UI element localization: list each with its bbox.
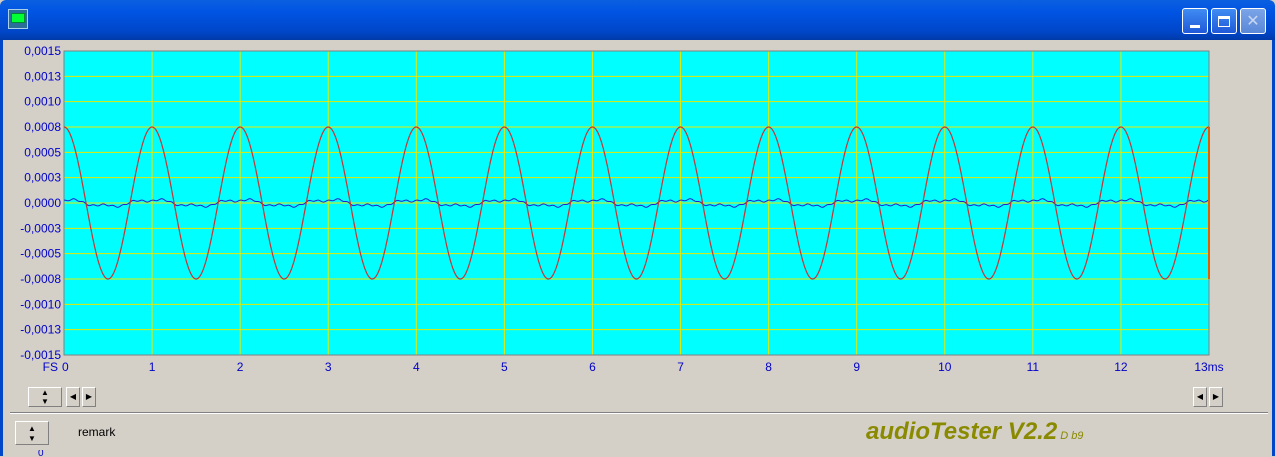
x-tick-label: 12 xyxy=(1114,360,1128,374)
x-tick-label: 2 xyxy=(237,360,244,374)
y-tick-label: 0,0005 xyxy=(24,145,61,159)
x-tick-label: 7 xyxy=(677,360,684,374)
brand-suffix: D b9 xyxy=(1060,430,1084,442)
x-tick-label: 11 xyxy=(1027,360,1040,374)
y-tick-label: -0,0010 xyxy=(20,297,61,311)
x-tick-label: 1 xyxy=(149,360,156,374)
spin-down-icon: ▼ xyxy=(28,434,36,443)
maximize-icon xyxy=(1218,15,1230,27)
brand-name: audioTester V2.2 xyxy=(866,418,1058,445)
bottom-number: 0 xyxy=(38,450,44,456)
minimize-button[interactable] xyxy=(1182,8,1208,34)
x-tick-label: 10 xyxy=(938,360,952,374)
y-tick-label: 0,0003 xyxy=(24,171,61,185)
y-tick-label: 0,0008 xyxy=(24,120,61,134)
x-tick-label: 6 xyxy=(589,360,596,374)
x-tick-label: 3 xyxy=(325,360,332,374)
remark-label: remark xyxy=(78,425,116,439)
spin-down-icon: ▼ xyxy=(41,397,49,406)
x-tick-label: 9 xyxy=(853,360,860,374)
x-tick-label: 4 xyxy=(413,360,420,374)
y-scale-spinner[interactable]: ▲ ▼ xyxy=(28,387,62,407)
scroll-left-button[interactable]: ◀ xyxy=(66,387,80,407)
y-tick-label: 0,0000 xyxy=(24,196,61,210)
remark-spinner[interactable]: ▲ ▼ xyxy=(15,421,49,445)
x-scroll-right-button[interactable]: ▶ xyxy=(1209,387,1223,407)
x-axis-prefix: FS xyxy=(43,360,58,374)
y-tick-label: -0,0013 xyxy=(20,323,61,337)
arrow-left-icon: ◀ xyxy=(69,392,77,401)
x-tick-label: 8 xyxy=(765,360,772,374)
y-tick-label: 0,0013 xyxy=(24,69,61,83)
arrow-right-icon: ▶ xyxy=(85,392,93,401)
x-tick-label: 13ms xyxy=(1194,360,1223,374)
app-icon[interactable] xyxy=(8,9,28,29)
maximize-button[interactable] xyxy=(1211,8,1237,34)
arrow-right-icon: ▶ xyxy=(1212,392,1220,401)
y-tick-label: 0,0015 xyxy=(24,44,61,58)
spin-up-icon: ▲ xyxy=(41,388,49,397)
scroll-right-button[interactable]: ▶ xyxy=(82,387,96,407)
title-bar: ✕ xyxy=(0,0,1275,40)
app-branding: audioTester V2.2 D b9 xyxy=(866,418,1083,446)
waveform-chart: 0,0015 0,0013 0,0010 0,0008 0,0005 0,0003 0,00… xyxy=(20,44,1223,374)
arrow-left-icon: ◀ xyxy=(1196,392,1204,401)
y-tick-label: -0,0003 xyxy=(20,221,61,235)
y-tick-label: -0,0008 xyxy=(20,272,61,286)
spin-up-icon: ▲ xyxy=(28,424,36,433)
close-button[interactable]: ✕ xyxy=(1240,8,1266,34)
y-tick-label: -0,0005 xyxy=(20,247,61,261)
x-scroll-left-button[interactable]: ◀ xyxy=(1193,387,1207,407)
minimize-icon xyxy=(1190,24,1200,28)
y-tick-label: 0,0010 xyxy=(24,95,61,109)
x-tick-label: 5 xyxy=(501,360,508,374)
close-icon: ✕ xyxy=(1246,11,1260,30)
x-tick-label: 0 xyxy=(62,360,69,374)
